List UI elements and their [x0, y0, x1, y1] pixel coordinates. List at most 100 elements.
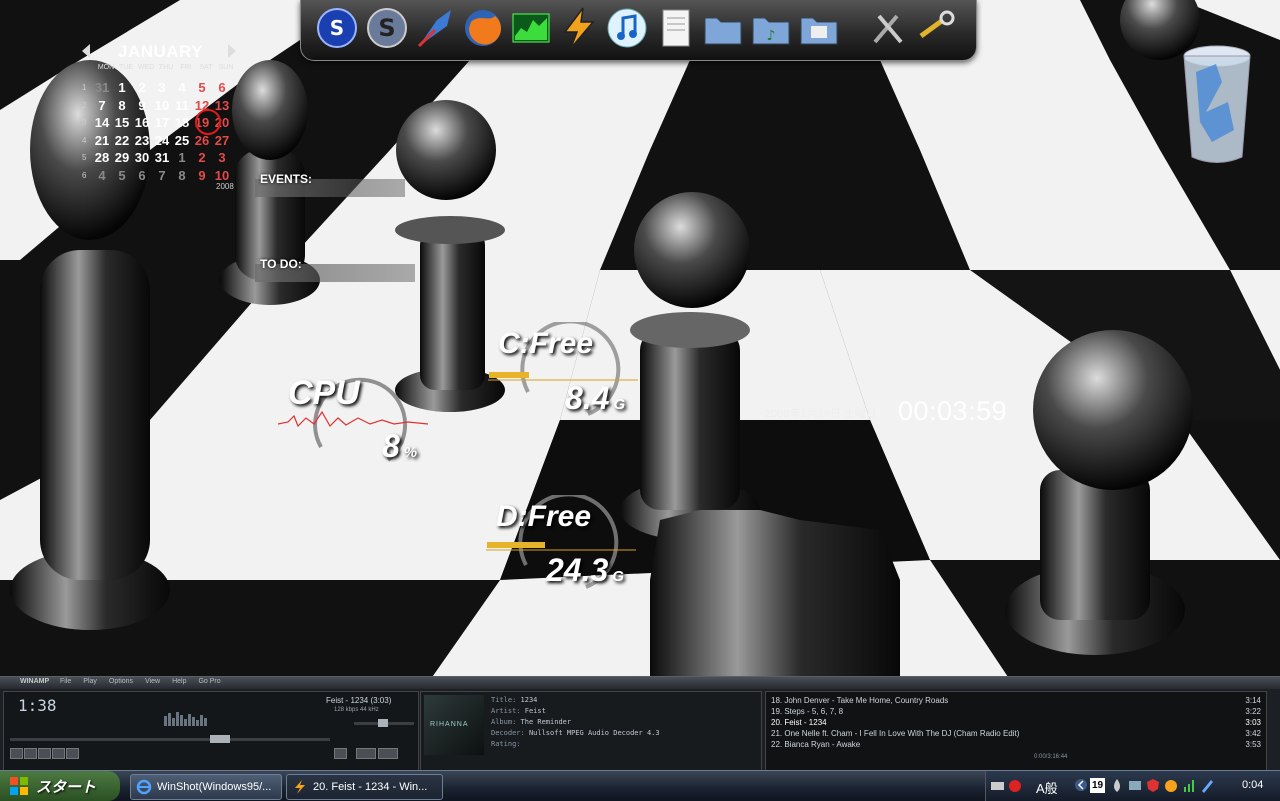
calendar-day[interactable]: 23 [132, 133, 152, 148]
spectrum-visualizer[interactable] [164, 710, 219, 726]
pen-icon[interactable] [1200, 778, 1215, 793]
playlist-item[interactable]: 19. Steps - 5, 6, 7, 8 3:22 [771, 707, 1261, 716]
calendar-day[interactable]: 16 [132, 115, 152, 130]
menu-view[interactable]: View [145, 678, 160, 685]
calendar-day[interactable]: 7 [92, 98, 112, 113]
task-label: WinShot(Windows95/... [157, 781, 272, 793]
menu-file[interactable]: File [60, 678, 71, 685]
feather-icon[interactable] [413, 6, 457, 50]
playlist-item[interactable]: 22. Bianca Ryan - Awake 3:53 [771, 740, 1261, 749]
taskbar-clock[interactable]: 0:04 [1242, 779, 1263, 791]
task-winshot[interactable]: WinShot(Windows95/... [130, 774, 282, 800]
shuffle-button[interactable] [356, 748, 376, 759]
menu-help[interactable]: Help [172, 678, 186, 685]
calendar-day[interactable]: 10 [152, 98, 172, 113]
calendar-day[interactable]: 2 [192, 150, 212, 165]
calendar-day[interactable]: 11 [172, 98, 192, 113]
elapsed-time[interactable]: 1:38 [18, 696, 57, 715]
calendar-day[interactable]: 21 [92, 133, 112, 148]
calendar-day[interactable]: 24 [152, 133, 172, 148]
calendar-day[interactable]: 8 [172, 168, 192, 183]
recycle-bin-icon[interactable] [1182, 42, 1252, 167]
calendar-day[interactable]: 5 [112, 168, 132, 183]
calendar-day[interactable]: 29 [112, 150, 132, 165]
calendar-day[interactable]: 31 [152, 150, 172, 165]
next-month-button[interactable] [228, 44, 236, 58]
settings-icon[interactable] [915, 6, 959, 50]
calendar-day[interactable]: 27 [212, 133, 232, 148]
volume-handle[interactable] [378, 719, 388, 727]
repeat-button[interactable] [378, 748, 398, 759]
previous-month-button[interactable] [82, 44, 90, 58]
pause-button[interactable] [38, 748, 51, 759]
itunes-icon[interactable] [605, 6, 649, 50]
folder-icon[interactable] [701, 6, 745, 50]
calendar-day[interactable]: 9 [132, 98, 152, 113]
skype-icon[interactable]: S [315, 6, 359, 50]
calendar-day[interactable]: 3 [212, 150, 232, 165]
play-button[interactable] [24, 748, 37, 759]
chevron-left-icon[interactable] [1074, 778, 1089, 793]
calendar-day[interactable]: 30 [132, 150, 152, 165]
notepad-icon[interactable] [653, 6, 697, 50]
network-icon[interactable] [1128, 778, 1143, 793]
calendar-tray-icon[interactable]: 19 [1090, 778, 1105, 793]
eject-button[interactable] [334, 748, 347, 759]
ime-indicator[interactable]: A般 [1036, 778, 1058, 797]
d-drive-usage-bar [487, 542, 545, 548]
stop-button[interactable] [52, 748, 65, 759]
calendar-day[interactable]: 2 [132, 80, 152, 95]
pictures-folder-icon[interactable] [797, 6, 841, 50]
signal-icon[interactable] [1182, 778, 1197, 793]
calendar-day[interactable]: 4 [92, 168, 112, 183]
next-button[interactable] [66, 748, 79, 759]
calendar-day[interactable]: 28 [92, 150, 112, 165]
calendar-day[interactable]: 8 [112, 98, 132, 113]
shield-icon[interactable] [1146, 778, 1161, 793]
task-winamp[interactable]: 20. Feist - 1234 - Win... [286, 774, 443, 800]
seek-handle[interactable] [210, 735, 230, 743]
winamp-titlebar[interactable]: WINAMP File Play Options View Help Go Pr… [0, 677, 1280, 689]
calendar-day[interactable]: 6 [212, 80, 232, 95]
music-folder-icon[interactable]: ♪ [749, 6, 793, 50]
drop-icon[interactable] [1110, 778, 1125, 793]
calendar-day[interactable]: 9 [192, 168, 212, 183]
calendar-day[interactable]: 10 [212, 168, 232, 183]
calendar-day[interactable]: 31 [92, 80, 112, 95]
previous-button[interactable] [10, 748, 23, 759]
calendar-day[interactable]: 4 [172, 80, 192, 95]
winamp-icon[interactable] [557, 6, 601, 50]
menu-options[interactable]: Options [109, 678, 133, 685]
calendar-day[interactable]: 22 [112, 133, 132, 148]
firefox-icon[interactable] [461, 6, 505, 50]
playlist-item[interactable]: 18. John Denver - Take Me Home, Country … [771, 696, 1261, 705]
s-app-icon[interactable]: S [365, 6, 409, 50]
calendar-day[interactable]: 18 [172, 115, 192, 130]
calendar-day[interactable]: 5 [192, 80, 212, 95]
menu-go-pro[interactable]: Go Pro [198, 678, 220, 685]
security-icon[interactable] [1008, 778, 1023, 793]
calendar-widget: JANUARY MON TUE WED THU FRI SAT SUN 1 31 1… [80, 40, 240, 191]
info-rating[interactable]: Rating: [491, 740, 521, 748]
calendar-day[interactable]: 17 [152, 115, 172, 130]
tools-icon[interactable] [867, 6, 911, 50]
calendar-day[interactable]: 14 [92, 115, 112, 130]
weekday-mon: MON [97, 64, 115, 71]
calendar-day[interactable]: 6 [132, 168, 152, 183]
calendar-day[interactable]: 1 [172, 150, 192, 165]
menu-play[interactable]: Play [83, 678, 97, 685]
calendar-day[interactable]: 25 [172, 133, 192, 148]
info-album-value: The Reminder [520, 718, 572, 726]
volume-slider[interactable] [354, 719, 414, 727]
calendar-day[interactable]: 1 [112, 80, 132, 95]
seek-bar[interactable] [10, 735, 330, 743]
connection-icon[interactable] [1164, 778, 1179, 793]
calendar-day[interactable]: 15 [112, 115, 132, 130]
playlist-item-current[interactable]: 20. Feist - 1234 3:03 [771, 718, 1261, 727]
system-monitor-icon[interactable] [509, 6, 553, 50]
calendar-day[interactable]: 7 [152, 168, 172, 183]
keyboard-icon[interactable] [990, 778, 1005, 793]
playlist-item[interactable]: 21. One Nelle ft. Cham - I Fell In Love … [771, 729, 1261, 738]
calendar-day[interactable]: 3 [152, 80, 172, 95]
start-button[interactable]: スタート [0, 771, 120, 801]
